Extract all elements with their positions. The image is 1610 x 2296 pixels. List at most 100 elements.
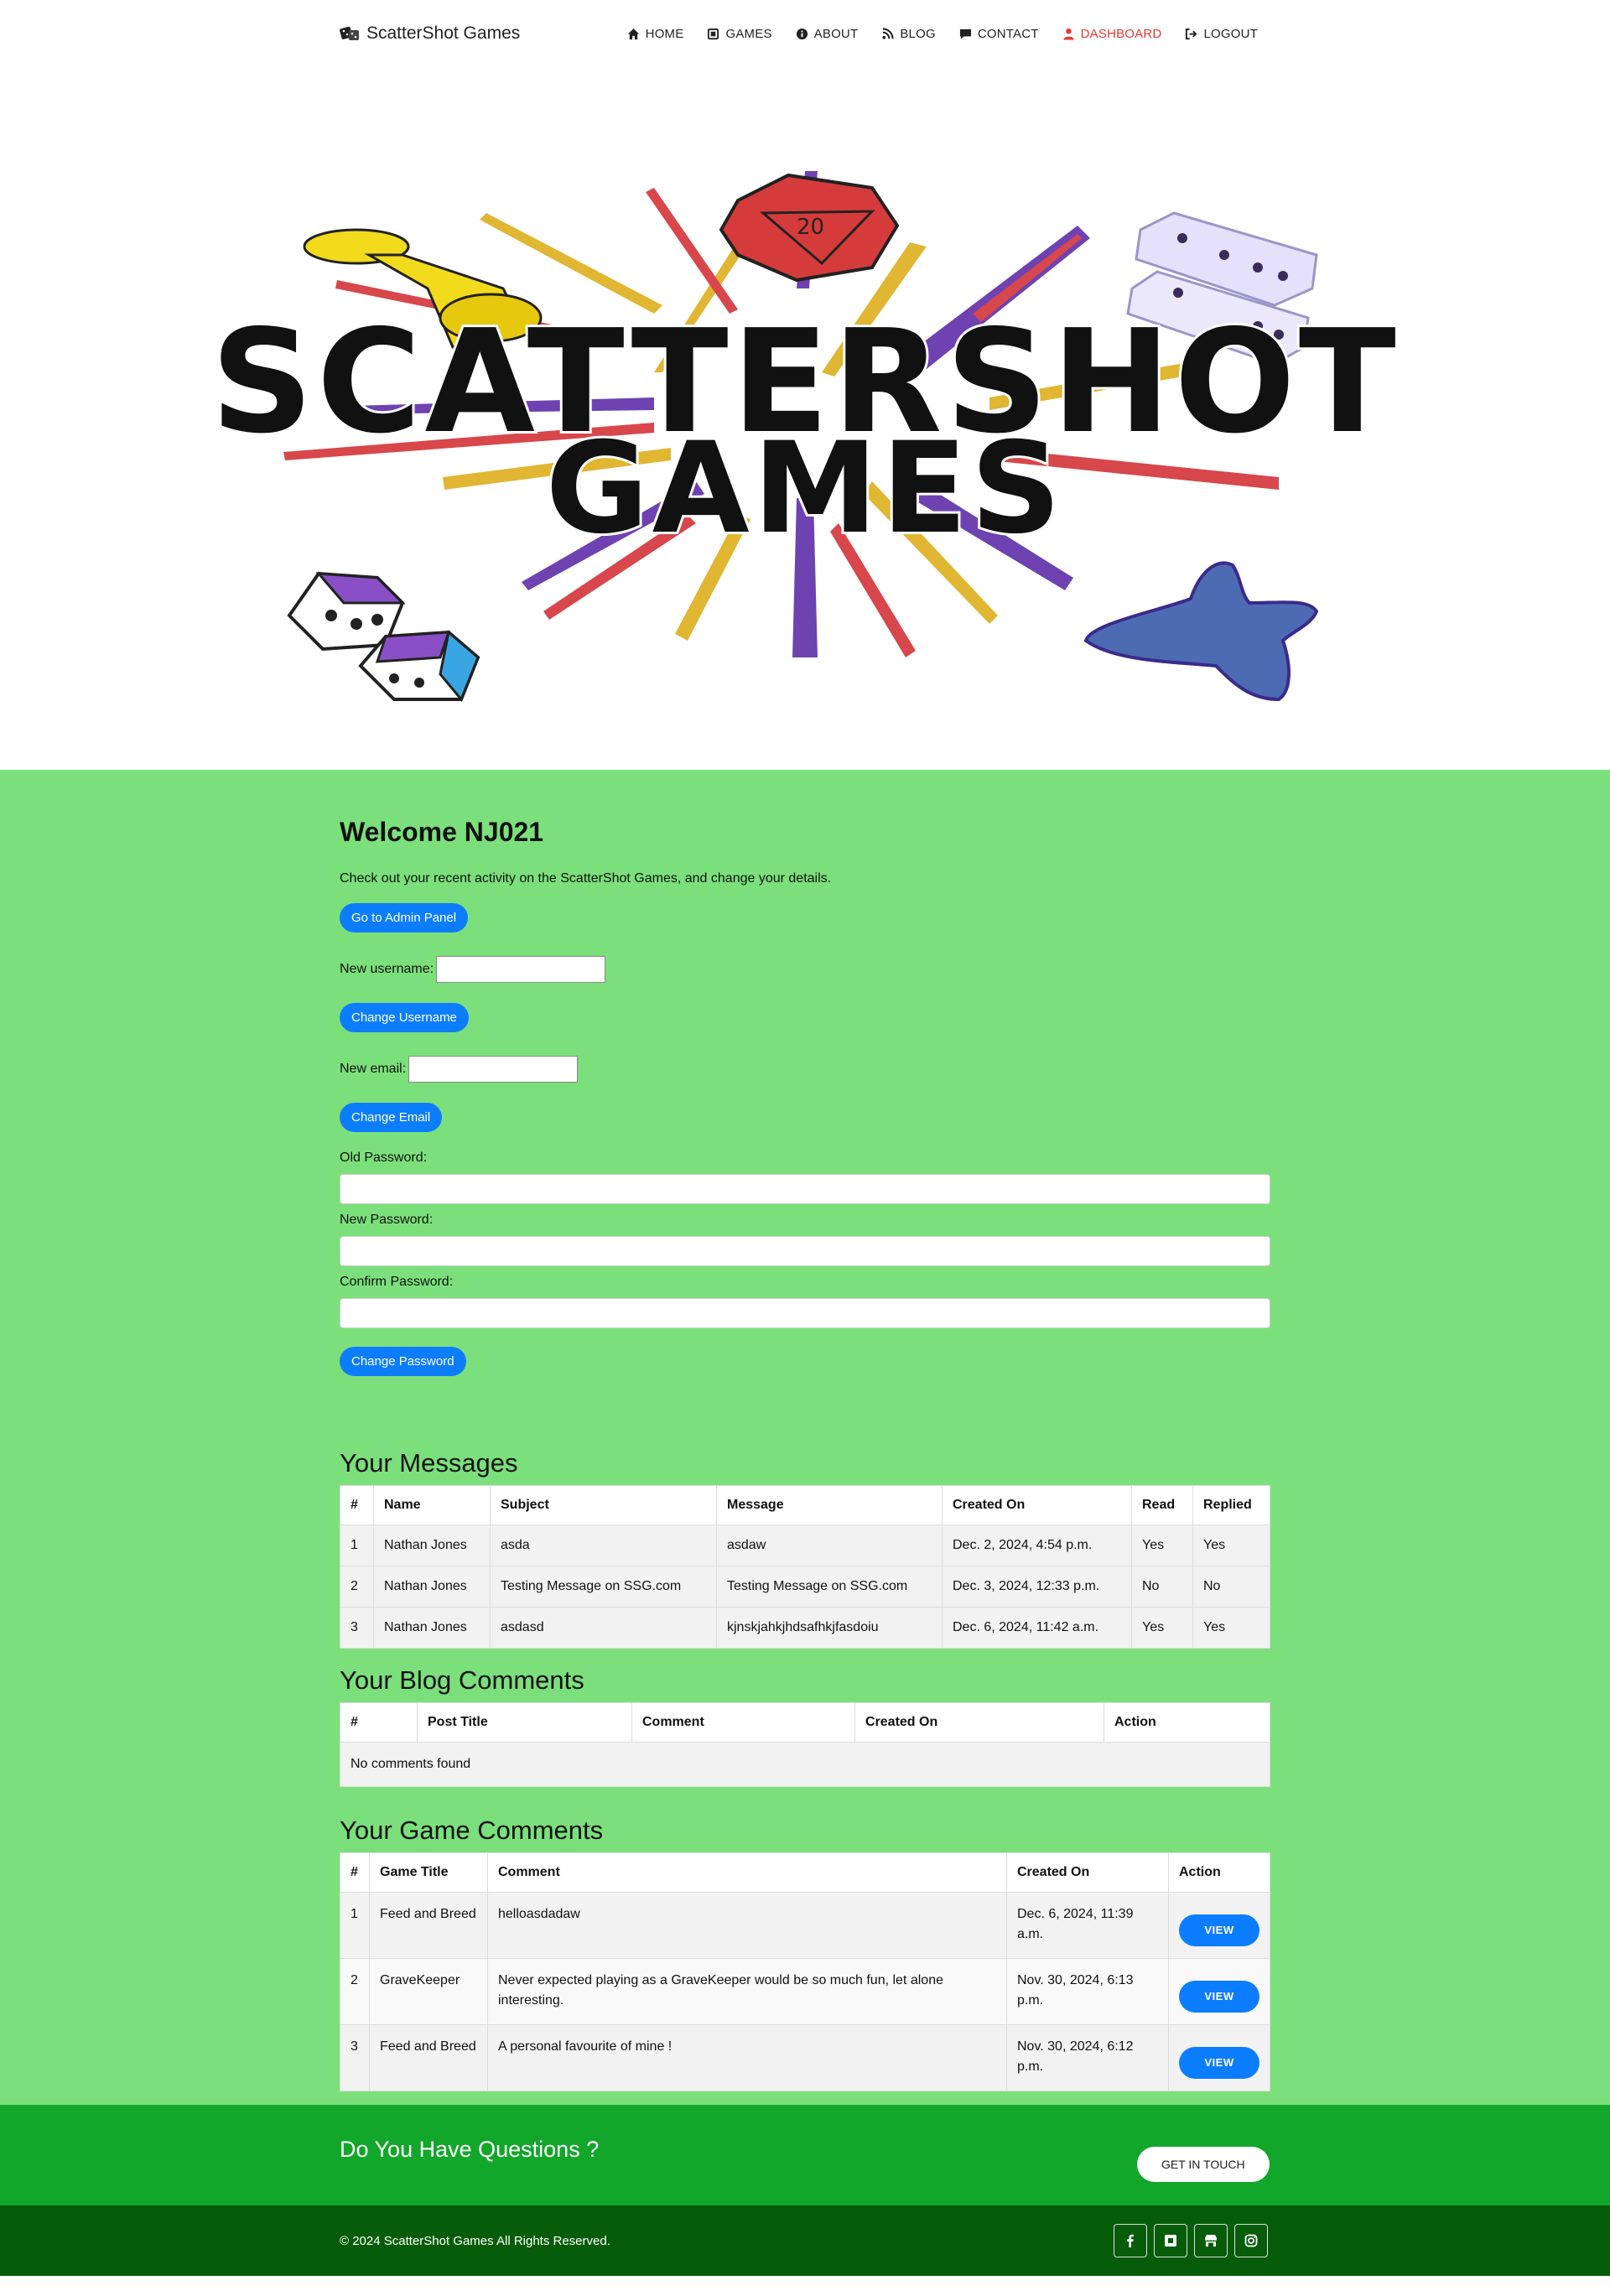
square-link[interactable] bbox=[1154, 2224, 1187, 2257]
view-button[interactable]: VIEW bbox=[1179, 1914, 1259, 1946]
copyright: © 2024 ScatterShot Games All Rights Rese… bbox=[340, 2234, 610, 2248]
game-header-row: # Game Title Comment Created On Action bbox=[340, 1852, 1270, 1893]
nav-logout[interactable]: LOGOUT bbox=[1185, 27, 1258, 41]
nav-games-label: GAMES bbox=[725, 27, 772, 41]
game-comments-title: Your Game Comments bbox=[340, 1816, 604, 1845]
change-email-button[interactable]: Change Email bbox=[340, 1103, 443, 1132]
table-row: 1 Nathan Jones asda asdaw Dec. 2, 2024, … bbox=[340, 1525, 1270, 1566]
blog-comments-table: # Post Title Comment Created On Action N… bbox=[340, 1702, 1270, 1787]
cell: Nathan Jones bbox=[373, 1566, 491, 1608]
table-row: 1 Feed and Breed helloasdadaw Dec. 6, 20… bbox=[340, 1892, 1270, 1959]
col-post-title: Post Title bbox=[417, 1702, 632, 1743]
col-created: Created On bbox=[1006, 1852, 1169, 1893]
cell: Yes bbox=[1131, 1607, 1193, 1649]
new-password-label: New Password: bbox=[340, 1213, 434, 1227]
cell: VIEW bbox=[1168, 2024, 1270, 2091]
col-read: Read bbox=[1131, 1485, 1193, 1525]
cell: 1 bbox=[340, 1525, 374, 1566]
cell: Nov. 30, 2024, 6:12 p.m. bbox=[1006, 2024, 1169, 2091]
brand[interactable]: ScatterShot Games bbox=[340, 23, 520, 44]
logo-line2: GAMES bbox=[546, 416, 1065, 562]
intro-text: Check out your recent activity on the Sc… bbox=[340, 871, 832, 886]
messages-table: # Name Subject Message Created On Read R… bbox=[340, 1485, 1270, 1649]
table-row: 3 Feed and Breed A personal favourite of… bbox=[340, 2024, 1270, 2091]
nav-home[interactable]: HOME bbox=[627, 27, 684, 41]
facebook-link[interactable] bbox=[1114, 2224, 1147, 2257]
confirm-password-input[interactable] bbox=[340, 1298, 1270, 1328]
blog-icon bbox=[882, 28, 894, 39]
page-title: Welcome NJ021 bbox=[340, 817, 544, 847]
nav-blog[interactable]: BLOG bbox=[881, 27, 936, 41]
old-password-label: Old Password: bbox=[340, 1151, 428, 1165]
nav-dashboard[interactable]: DASHBOARD bbox=[1062, 27, 1162, 41]
instagram-link[interactable] bbox=[1234, 2224, 1268, 2257]
cell: Nathan Jones bbox=[373, 1607, 491, 1649]
username-row: New username: bbox=[340, 956, 1270, 983]
col-created: Created On bbox=[942, 1485, 1132, 1525]
dashboard-container: Welcome NJ021 Check out your recent acti… bbox=[340, 817, 1270, 2091]
cell: Dec. 6, 2024, 11:39 a.m. bbox=[1006, 1892, 1169, 1959]
cell: Never expected playing as a GraveKeeper … bbox=[487, 1958, 1007, 2025]
chat-icon bbox=[959, 29, 971, 39]
brand-name: ScatterShot Games bbox=[366, 23, 521, 43]
cell: Yes bbox=[1192, 1525, 1270, 1566]
cell: VIEW bbox=[1168, 1892, 1270, 1959]
cell: asda bbox=[490, 1525, 717, 1566]
col-num: # bbox=[340, 1852, 370, 1893]
cta-band: Do You Have Questions ? GET IN TOUCH bbox=[0, 2105, 1610, 2205]
confirm-password-label: Confirm Password: bbox=[340, 1275, 454, 1289]
hero: 20 SCATTERSHOT GAMES bbox=[0, 70, 1610, 770]
old-password-input[interactable] bbox=[340, 1174, 1270, 1204]
col-comment: Comment bbox=[631, 1702, 855, 1743]
view-button[interactable]: VIEW bbox=[1179, 2047, 1259, 2079]
d20-icon: 20 bbox=[719, 173, 900, 283]
cell: No bbox=[1131, 1566, 1193, 1608]
col-action: Action bbox=[1104, 1702, 1270, 1743]
cta-question: Do You Have Questions ? bbox=[340, 2137, 600, 2162]
messages-title: Your Messages bbox=[340, 1448, 518, 1478]
change-password-button[interactable]: Change Password bbox=[340, 1347, 466, 1376]
social-links bbox=[1114, 2224, 1268, 2257]
nav-games[interactable]: GAMES bbox=[707, 27, 771, 41]
cell: Feed and Breed bbox=[369, 1892, 488, 1959]
store-link[interactable] bbox=[1194, 2224, 1228, 2257]
view-button[interactable]: VIEW bbox=[1179, 1981, 1259, 2013]
cell: Testing Message on SSG.com bbox=[716, 1566, 943, 1608]
blog-comments-title: Your Blog Comments bbox=[340, 1665, 584, 1695]
nav-dashboard-label: DASHBOARD bbox=[1080, 27, 1162, 41]
new-password-input[interactable] bbox=[340, 1236, 1270, 1266]
col-created: Created On bbox=[854, 1702, 1104, 1743]
cell: asdasd bbox=[490, 1607, 717, 1649]
cell: GraveKeeper bbox=[369, 1958, 488, 2025]
cell: 2 bbox=[340, 1958, 370, 2025]
nav-links: HOME GAMES ABOUT BLOG CONTACT DASHBOARD … bbox=[627, 27, 1258, 41]
footer: © 2024 ScatterShot Games All Rights Rese… bbox=[0, 2205, 1610, 2276]
col-name: Name bbox=[373, 1485, 491, 1525]
email-label: New email: bbox=[340, 1062, 407, 1076]
logo-wordmark: SCATTERSHOT GAMES bbox=[208, 297, 1399, 564]
cell: Nathan Jones bbox=[373, 1525, 491, 1566]
games-icon bbox=[708, 28, 719, 40]
table-row: No comments found bbox=[340, 1742, 1270, 1787]
email-input[interactable] bbox=[408, 1056, 579, 1083]
dice-pair-icon bbox=[287, 571, 480, 702]
cell: Yes bbox=[1192, 1607, 1270, 1649]
cell: Dec. 2, 2024, 4:54 p.m. bbox=[942, 1525, 1132, 1566]
nav-logout-label: LOGOUT bbox=[1203, 27, 1258, 41]
col-subject: Subject bbox=[490, 1485, 717, 1525]
username-input[interactable] bbox=[436, 956, 606, 983]
navbar: ScatterShot Games HOME GAMES ABOUT BLOG … bbox=[0, 0, 1610, 70]
table-row: 2 GraveKeeper Never expected playing as … bbox=[340, 1958, 1270, 2025]
get-in-touch-button[interactable]: GET IN TOUCH bbox=[1137, 2147, 1270, 2182]
meeple-icon bbox=[1083, 561, 1319, 702]
nav-about-label: ABOUT bbox=[813, 27, 859, 41]
logout-icon bbox=[1186, 28, 1197, 40]
nav-about[interactable]: ABOUT bbox=[796, 27, 859, 41]
scattershot-logo: 20 SCATTERSHOT GAMES bbox=[208, 171, 1399, 702]
nav-contact[interactable]: CONTACT bbox=[959, 27, 1039, 41]
cell: Dec. 6, 2024, 11:42 a.m. bbox=[942, 1607, 1132, 1649]
admin-panel-button[interactable]: Go to Admin Panel bbox=[340, 903, 469, 932]
change-username-button[interactable]: Change Username bbox=[340, 1003, 469, 1032]
facebook-icon bbox=[1127, 2234, 1134, 2247]
col-message: Message bbox=[716, 1485, 943, 1525]
